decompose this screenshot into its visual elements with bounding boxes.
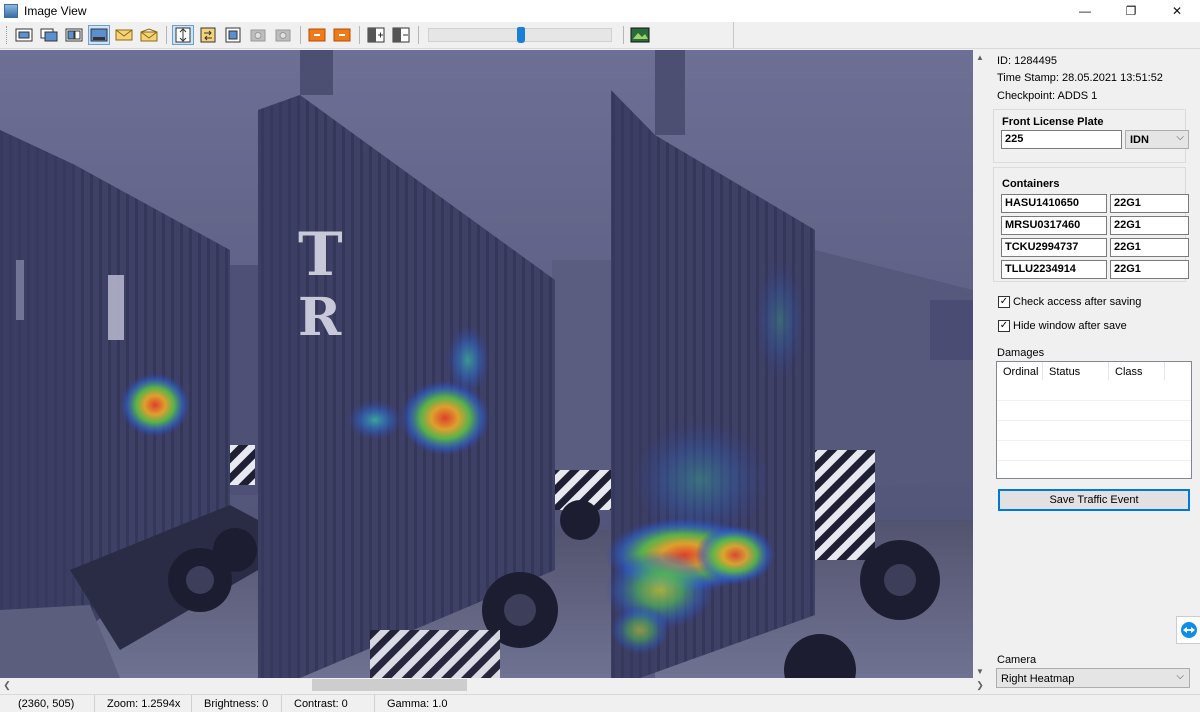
hide-window-label: Hide window after save — [1013, 320, 1127, 332]
horizontal-scrollbar[interactable]: ❮ ❯ — [0, 678, 987, 692]
plate-country-value: IDN — [1130, 134, 1149, 146]
layout-cascade-icon[interactable] — [63, 25, 85, 45]
layout-stack-icon[interactable] — [38, 25, 60, 45]
damages-title: Damages — [997, 347, 1045, 359]
split-add-icon[interactable] — [365, 25, 387, 45]
front-plate-group: Front License Plate 225 IDN ⌵ — [993, 109, 1189, 163]
svg-text:R: R — [298, 287, 342, 348]
containers-title: Containers — [1002, 178, 1060, 190]
column-header[interactable]: Class — [1109, 362, 1165, 380]
container-type-input[interactable]: 22G1 — [1110, 260, 1189, 279]
export-image-icon[interactable] — [629, 25, 651, 45]
hide-window-option[interactable]: ✓ Hide window after save — [998, 320, 1127, 332]
next-orange-icon[interactable] — [331, 25, 353, 45]
status-zoom: Zoom: 1.2594x — [95, 694, 192, 712]
status-brightness: Brightness: 0 — [192, 694, 282, 712]
event-id: ID: 1284495 — [997, 55, 1057, 67]
fit-icon[interactable] — [222, 25, 244, 45]
container-type-input[interactable]: 22G1 — [1110, 216, 1189, 235]
close-button[interactable]: ✕ — [1154, 0, 1200, 22]
damages-table[interactable]: Ordinal Status Class — [996, 361, 1192, 479]
check-access-label: Check access after saving — [1013, 296, 1142, 308]
zoom-slider-thumb[interactable] — [517, 27, 525, 43]
event-timestamp: Time Stamp: 28.05.2021 13:51:52 — [997, 72, 1163, 84]
container-code-input[interactable]: TCKU2994737 — [1001, 238, 1107, 257]
camera-select[interactable]: Right Heatmap ⌵ — [996, 668, 1190, 688]
container-code-input[interactable]: MRSU0317460 — [1001, 216, 1107, 235]
zoom-slider[interactable] — [428, 27, 612, 43]
vertical-scrollbar[interactable]: ▲ ▼ — [973, 50, 987, 678]
check-access-option[interactable]: ✓ Check access after saving — [998, 296, 1141, 308]
scroll-left-icon[interactable]: ❮ — [0, 678, 14, 692]
toolbar — [0, 22, 734, 48]
column-header[interactable]: Status — [1043, 362, 1109, 380]
event-checkpoint: Checkpoint: ADDS 1 — [997, 90, 1098, 102]
restore-button[interactable]: ❐ — [1108, 0, 1154, 22]
toolbar-separator — [623, 26, 624, 44]
toolbar-divider — [0, 48, 1200, 49]
status-bar: (2360, 505) Zoom: 1.2594x Brightness: 0 … — [0, 694, 1200, 712]
swap-icon[interactable] — [197, 25, 219, 45]
layout-single-icon[interactable] — [13, 25, 35, 45]
layout-film-icon[interactable] — [88, 25, 110, 45]
horizontal-scroll-thumb[interactable] — [312, 679, 467, 691]
front-plate-title: Front License Plate — [1002, 116, 1104, 128]
prev-orange-icon[interactable] — [306, 25, 328, 45]
title-bar: Image View — ❐ ✕ — [0, 0, 1200, 22]
status-coords: (2360, 505) — [0, 694, 95, 712]
table-row-line — [997, 420, 1191, 421]
svg-text:T: T — [298, 220, 343, 290]
camera-label: Camera — [997, 654, 1037, 666]
container-code-input[interactable]: HASU1410650 — [1001, 194, 1107, 213]
front-plate-input[interactable]: 225 — [1001, 130, 1122, 149]
event-panel: ID: 1284495 Time Stamp: 28.05.2021 13:51… — [990, 50, 1200, 692]
status-gamma: Gamma: 1.0 — [387, 697, 448, 710]
status-contrast: Contrast: 0 — [282, 694, 375, 712]
app-icon — [4, 4, 18, 18]
table-row-line — [997, 400, 1191, 401]
envelope-open-icon[interactable] — [138, 25, 160, 45]
image-viewer[interactable]: T R — [0, 50, 973, 678]
chevron-down-icon: ⌵ — [1176, 671, 1184, 682]
toolbar-separator — [166, 26, 167, 44]
scroll-up-icon[interactable]: ▲ — [973, 50, 987, 64]
check-access-checkbox[interactable]: ✓ — [998, 296, 1010, 308]
envelope-icon[interactable] — [113, 25, 135, 45]
damages-table-header: Ordinal Status Class — [997, 362, 1191, 380]
plate-country-select[interactable]: IDN ⌵ — [1125, 130, 1189, 149]
minimize-button[interactable]: — — [1062, 0, 1108, 22]
chevron-down-icon: ⌵ — [1176, 132, 1184, 143]
window-title: Image View — [24, 4, 87, 18]
save-traffic-event-button[interactable]: Save Traffic Event — [998, 489, 1190, 511]
split-remove-icon[interactable] — [390, 25, 412, 45]
fit-height-icon[interactable] — [172, 25, 194, 45]
table-row-line — [997, 460, 1191, 461]
toolbar-separator — [300, 26, 301, 44]
camera-disabled-icon — [247, 25, 269, 45]
containers-group: Containers HASU1410650 22G1 MRSU0317460 22G… — [993, 167, 1189, 282]
window-controls: — ❐ ✕ — [1062, 0, 1200, 22]
image-view-window: Image View — ❐ ✕ T R ▲ ▼ ❮ ❯ (2360, 505)… — [0, 0, 1200, 712]
column-header[interactable]: Ordinal — [997, 362, 1043, 380]
teamviewer-icon[interactable] — [1176, 616, 1200, 644]
toolbar-grip — [6, 26, 9, 44]
camera-disabled-icon — [272, 25, 294, 45]
camera-selected-value: Right Heatmap — [1001, 673, 1075, 685]
heatmap-image: T R — [0, 50, 973, 678]
table-row-line — [997, 440, 1191, 441]
hide-window-checkbox[interactable]: ✓ — [998, 320, 1010, 332]
container-code-input[interactable]: TLLU2234914 — [1001, 260, 1107, 279]
container-type-input[interactable]: 22G1 — [1110, 238, 1189, 257]
container-type-input[interactable]: 22G1 — [1110, 194, 1189, 213]
scroll-right-icon[interactable]: ❯ — [973, 678, 987, 692]
toolbar-separator — [418, 26, 419, 44]
scroll-down-icon[interactable]: ▼ — [973, 664, 987, 678]
toolbar-separator — [359, 26, 360, 44]
